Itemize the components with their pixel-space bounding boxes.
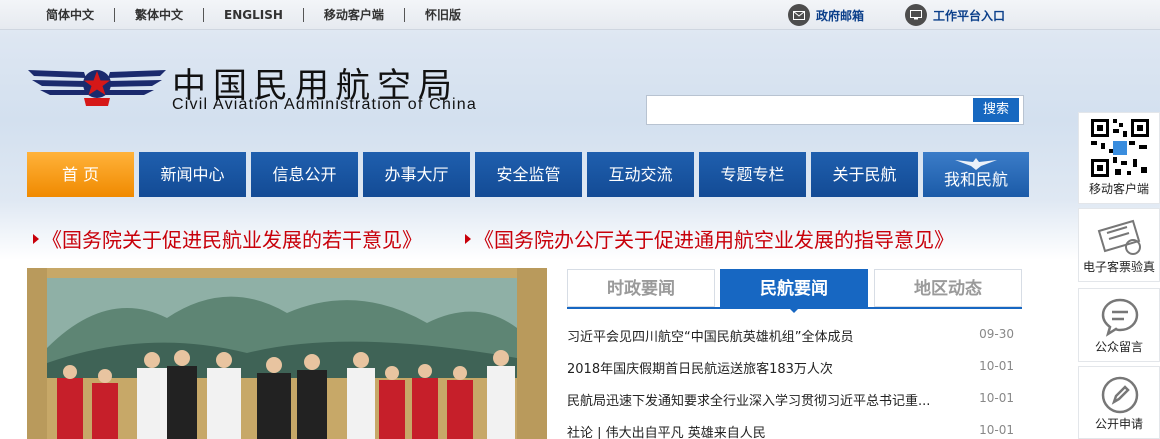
tab-aviation-news[interactable]: 民航要闻: [720, 269, 868, 313]
news-title: 社论 | 伟大出自平凡 英雄来自人民: [567, 426, 766, 439]
link-classic-version[interactable]: 怀旧版: [403, 8, 481, 22]
caac-emblem-icon[interactable]: [28, 62, 166, 114]
news-date: 10-01: [979, 359, 1014, 373]
search-input[interactable]: [651, 100, 967, 120]
triangle-bullet-icon: [33, 233, 39, 244]
main-nav: 首 页 新闻中心 信息公开 办事大厅 安全监管 互动交流 专题专栏 关于民航 我…: [27, 152, 1034, 197]
headline-link-1[interactable]: 《国务院关于促进民航业发展的若干意见》: [33, 224, 422, 253]
news-date: 10-01: [979, 391, 1014, 405]
side-mobile-client[interactable]: 移动客户端: [1078, 112, 1160, 204]
side-eticket-label: 电子客票验真: [1082, 260, 1155, 274]
nav-home[interactable]: 首 页: [27, 152, 134, 197]
news-date: 10-01: [979, 423, 1014, 437]
workbench-label: 工作平台入口: [933, 8, 1006, 23]
news-title: 习近平会见四川航空“中国民航英雄机组”全体成员: [567, 330, 854, 345]
news-title: 2018年国庆假期首日民航运送旅客183万人次: [567, 362, 833, 377]
search-button[interactable]: 搜索: [973, 98, 1019, 122]
mail-icon: [788, 4, 810, 26]
top-bar: 简体中文 繁体中文 ENGLISH 移动客户端 怀旧版 政府邮箱 工作平台入口: [0, 0, 1160, 30]
news-list-item[interactable]: 社论 | 伟大出自平凡 英雄来自人民 10-01: [567, 422, 1022, 439]
nav-special-topics[interactable]: 专题专栏: [699, 152, 806, 197]
news-title: 民航局迅速下发通知要求全行业深入学习贯彻习近平总书记重...: [567, 394, 931, 409]
link-mobile-client[interactable]: 移动客户端: [302, 8, 404, 22]
nav-me-and-aviation[interactable]: 我和民航: [923, 152, 1029, 197]
news-list-item[interactable]: 2018年国庆假期首日民航运送旅客183万人次 10-01: [567, 358, 1022, 378]
news-list-item[interactable]: 民航局迅速下发通知要求全行业深入学习贯彻习近平总书记重... 10-01: [567, 390, 1022, 410]
photo-illustration: [27, 268, 547, 439]
headline-link-2[interactable]: 《国务院办公厅关于促进通用航空业发展的指导意见》: [465, 224, 954, 253]
chat-bubble-icon: [1101, 298, 1139, 337]
monitor-icon: [905, 4, 927, 26]
tab-political-news[interactable]: 时政要闻: [567, 269, 715, 307]
gov-mail-link[interactable]: 政府邮箱: [788, 0, 864, 30]
nav-me-and-aviation-label: 我和民航: [943, 170, 1008, 189]
ticket-icon: [1097, 219, 1141, 255]
tab-regional-news[interactable]: 地区动态: [874, 269, 1022, 307]
qr-code-icon: [1089, 117, 1151, 179]
nav-interaction[interactable]: 互动交流: [587, 152, 694, 197]
triangle-bullet-icon: [465, 233, 471, 244]
link-traditional-chinese[interactable]: 繁体中文: [114, 8, 203, 22]
nav-about[interactable]: 关于民航: [811, 152, 918, 197]
nav-service-hall[interactable]: 办事大厅: [363, 152, 470, 197]
side-apply-label: 公开申请: [1094, 417, 1143, 431]
nav-safety-supervision[interactable]: 安全监管: [475, 152, 582, 197]
search-box: [646, 95, 1024, 125]
side-public-message[interactable]: 公众留言: [1078, 288, 1160, 362]
side-disclosure-apply[interactable]: 公开申请: [1078, 366, 1160, 439]
side-eticket-verify[interactable]: 电子客票验真: [1078, 208, 1160, 282]
gov-mail-label: 政府邮箱: [816, 8, 865, 23]
side-message-label: 公众留言: [1094, 340, 1143, 354]
site-title-en: Civil Aviation Administration of China: [172, 96, 477, 113]
headline-text-2: 《国务院办公厅关于促进通用航空业发展的指导意见》: [474, 228, 954, 252]
pen-icon: [1101, 376, 1139, 414]
link-english[interactable]: ENGLISH: [203, 8, 303, 22]
language-links: 简体中文 繁体中文 ENGLISH 移动客户端 怀旧版: [28, 0, 481, 30]
nav-info-disclosure[interactable]: 信息公开: [251, 152, 358, 197]
news-date: 09-30: [979, 327, 1014, 341]
featured-news-photo[interactable]: [27, 268, 547, 439]
wings-icon: [955, 158, 997, 170]
headline-text-1: 《国务院关于促进民航业发展的若干意见》: [42, 228, 422, 252]
tab-underline: [567, 307, 1022, 309]
news-list-item[interactable]: 习近平会见四川航空“中国民航英雄机组”全体成员 09-30: [567, 326, 1022, 346]
workbench-link[interactable]: 工作平台入口: [905, 0, 1005, 30]
link-simplified-chinese[interactable]: 简体中文: [28, 8, 114, 22]
nav-news-center[interactable]: 新闻中心: [139, 152, 246, 197]
side-mobile-label: 移动客户端: [1088, 182, 1149, 196]
